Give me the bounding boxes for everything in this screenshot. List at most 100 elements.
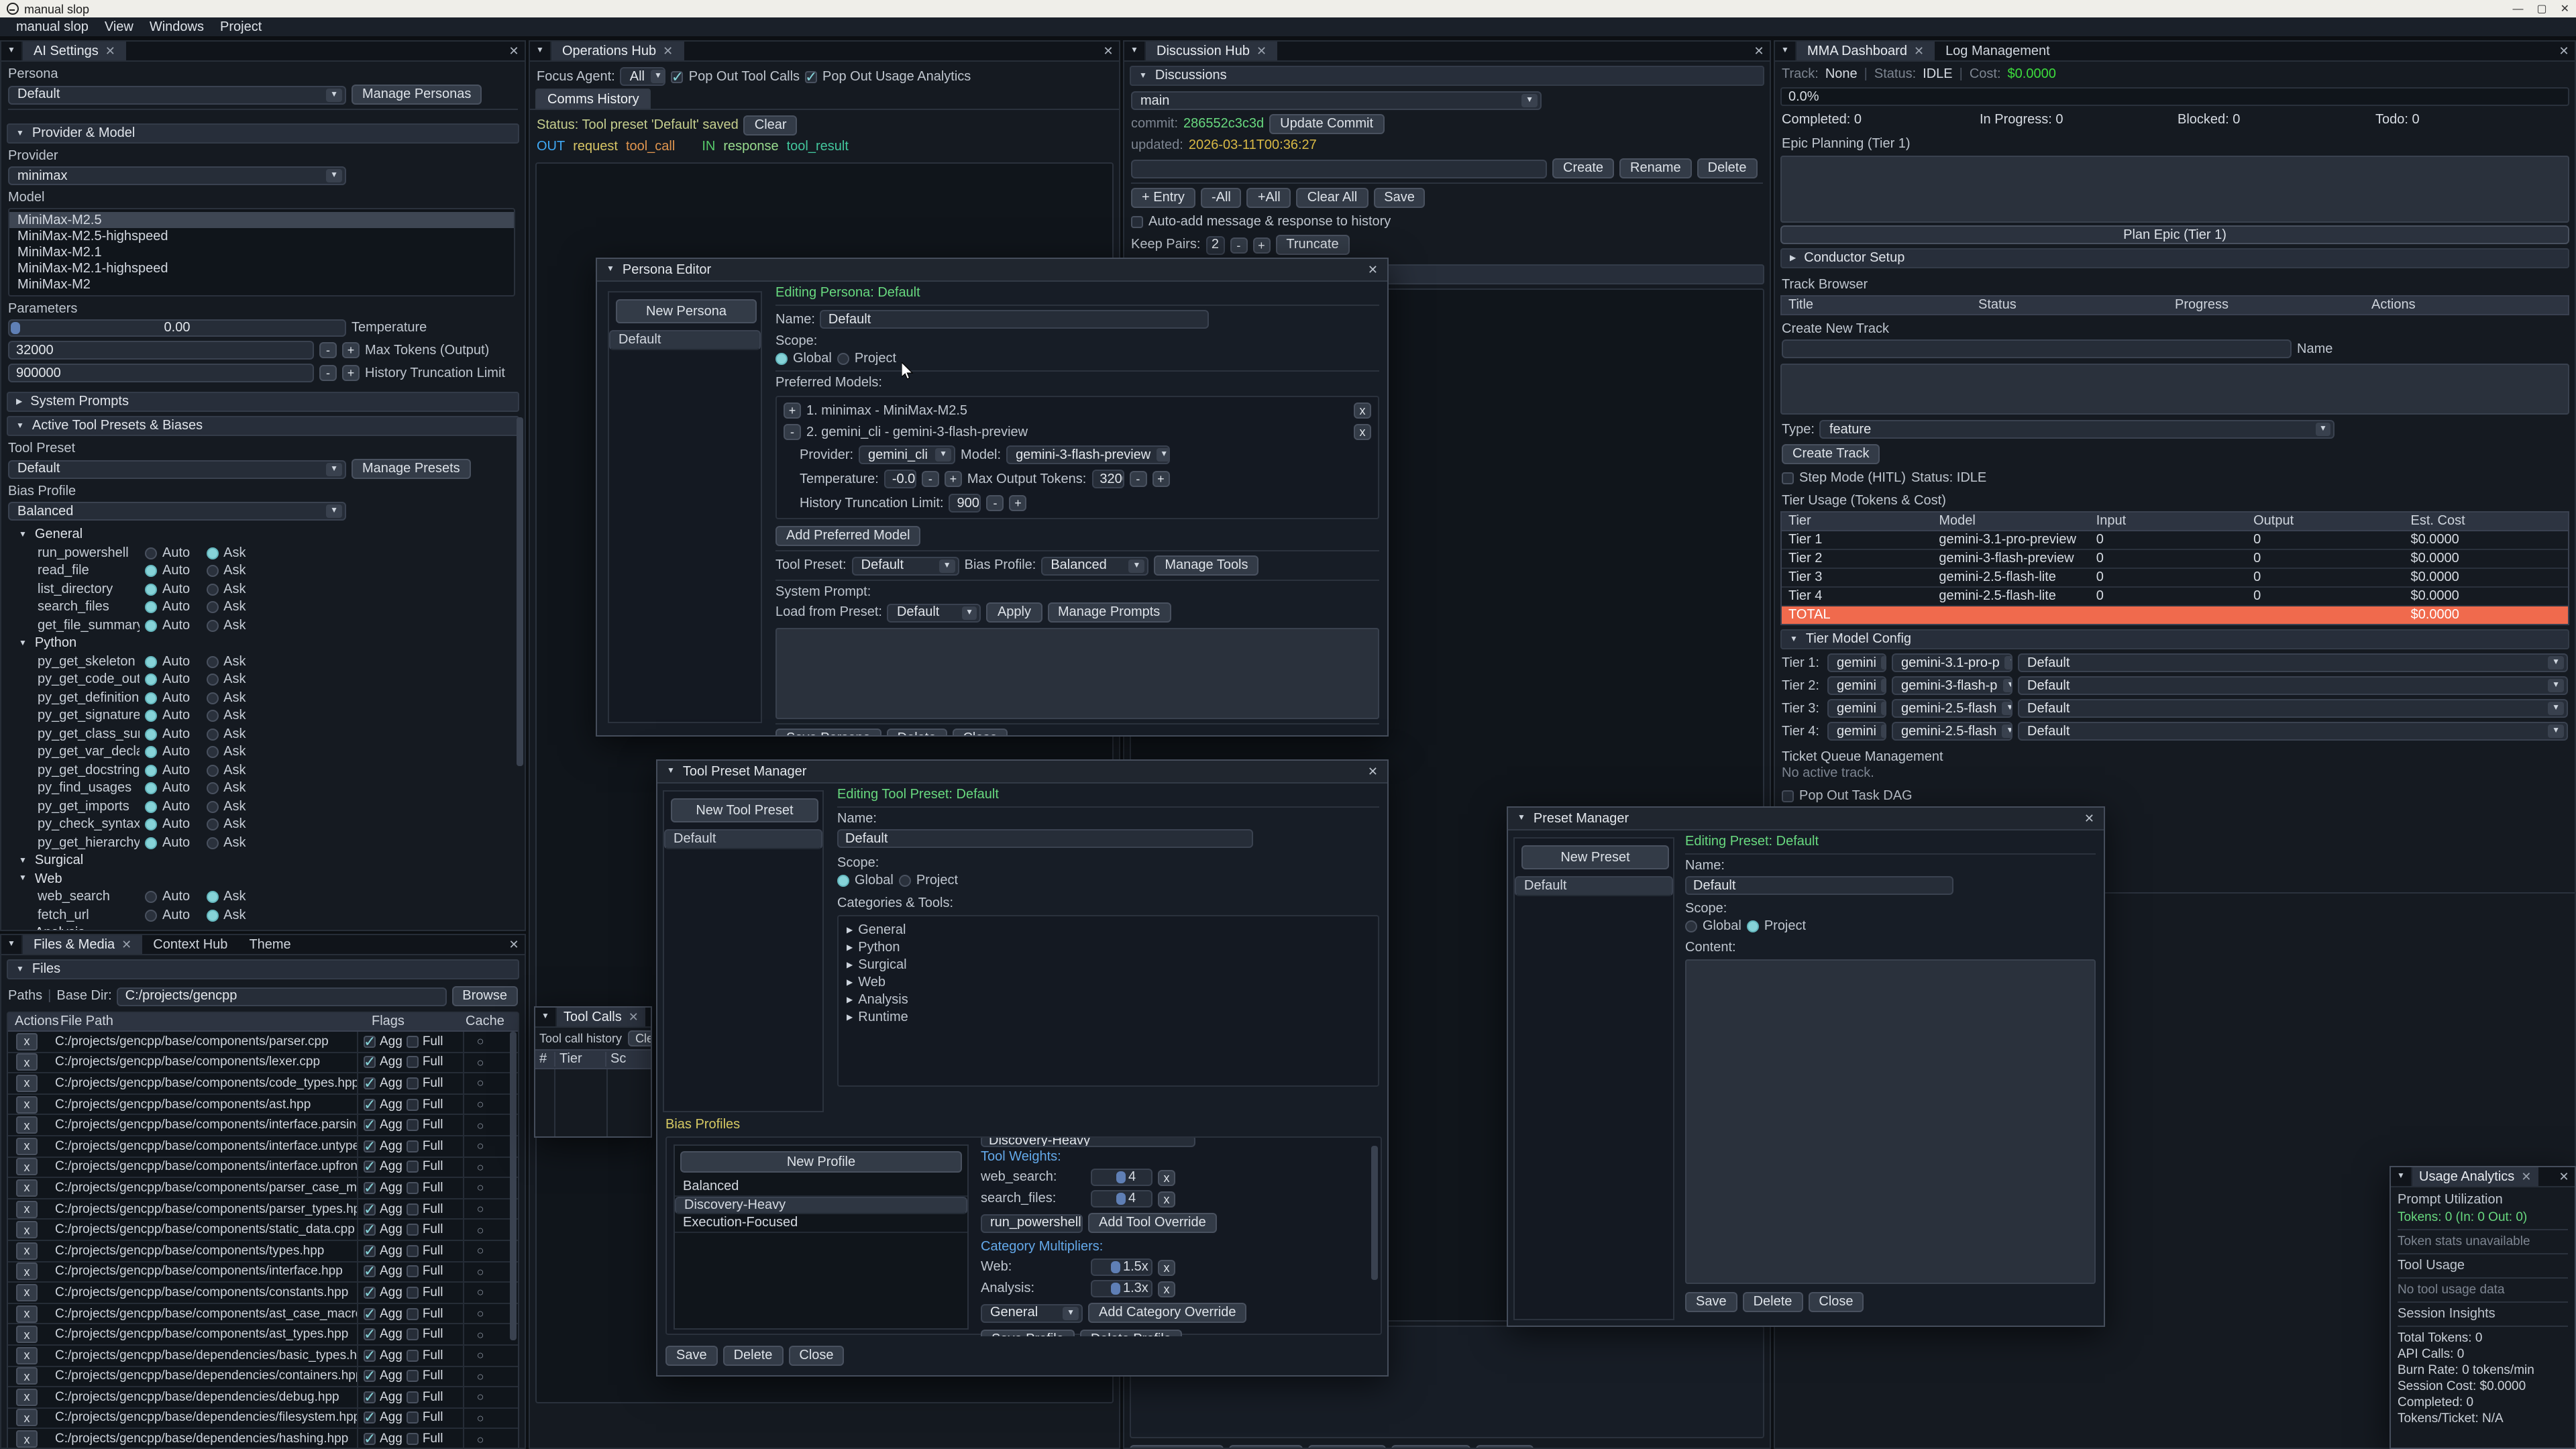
tab-discussion-hub[interactable]: Discussion Hub✕: [1146, 42, 1277, 60]
scope-global-radio[interactable]: [775, 353, 788, 365]
entry-action-button[interactable]: Save: [1373, 188, 1426, 208]
pm-temp-plus-button[interactable]: +: [945, 471, 962, 487]
full-checkbox[interactable]: [407, 1391, 419, 1403]
message-action-button[interactable]: Gen + Send: [1130, 1445, 1223, 1449]
apply-button[interactable]: Apply: [987, 602, 1042, 623]
tool-preset-list-item[interactable]: Default: [664, 829, 822, 849]
preset-list-item[interactable]: Default: [1515, 876, 1673, 896]
agg-checkbox[interactable]: [364, 1098, 376, 1110]
file-row[interactable]: x C:/projects/gencpp/base/components/int…: [8, 1157, 518, 1178]
remove-file-button[interactable]: x: [16, 1284, 38, 1301]
history-limit-input[interactable]: 900000: [8, 364, 314, 382]
bias-profile-select[interactable]: Balanced▼: [8, 502, 346, 521]
category-node[interactable]: ▶Runtime: [847, 1009, 1370, 1026]
slider-handle[interactable]: [1116, 1171, 1126, 1183]
pm-maxout-plus-button[interactable]: +: [1152, 471, 1169, 487]
tier-preset-select[interactable]: Default▼: [2018, 676, 2568, 695]
remove-file-button[interactable]: x: [16, 1138, 38, 1155]
category-node[interactable]: ▶General: [847, 922, 1370, 939]
popout-usage-checkbox[interactable]: [805, 70, 817, 83]
entry-action-button[interactable]: Clear All: [1297, 188, 1368, 208]
file-row[interactable]: x C:/projects/gencpp/base/components/int…: [8, 1116, 518, 1136]
tier-model-select[interactable]: gemini-3.1-pro-p▼: [1892, 653, 2012, 672]
dialog-close-icon[interactable]: ✕: [2084, 811, 2094, 826]
remove-file-button[interactable]: x: [16, 1346, 38, 1364]
entry-action-button[interactable]: + Entry: [1131, 188, 1195, 208]
agg-checkbox[interactable]: [364, 1244, 376, 1256]
tier-provider-select[interactable]: gemini▼: [1827, 722, 1886, 741]
discussion-name-input[interactable]: [1131, 159, 1547, 178]
auto-radio[interactable]: [145, 674, 157, 686]
full-checkbox[interactable]: [407, 1287, 419, 1299]
save-tool-preset-button[interactable]: Save: [665, 1346, 718, 1366]
file-row[interactable]: x C:/projects/gencpp/base/components/ast…: [8, 1095, 518, 1116]
tier-provider-select[interactable]: gemini▼: [1827, 676, 1886, 695]
ask-radio[interactable]: [206, 656, 218, 668]
keep-pairs-minus-button[interactable]: -: [1230, 237, 1247, 253]
close-dialog-button[interactable]: Close: [788, 1346, 844, 1366]
full-checkbox[interactable]: [407, 1371, 419, 1383]
agg-checkbox[interactable]: [364, 1119, 376, 1131]
clear-tool-calls-button[interactable]: Clear: [627, 1030, 652, 1046]
auto-radio[interactable]: [145, 765, 157, 777]
persona-name-input[interactable]: Default: [820, 310, 1210, 329]
remove-weight-button[interactable]: x: [1158, 1169, 1175, 1185]
agg-checkbox[interactable]: [364, 1391, 376, 1403]
tool-group-header[interactable]: ▼Surgical: [19, 852, 518, 870]
override-category-select[interactable]: General▼: [981, 1303, 1083, 1322]
full-checkbox[interactable]: [407, 1349, 419, 1361]
tool-group-header[interactable]: ▼Analysis: [19, 924, 518, 931]
manage-presets-button[interactable]: Manage Presets: [352, 459, 471, 479]
tab-close-icon[interactable]: ✕: [105, 44, 115, 58]
tab-theme[interactable]: Theme: [238, 935, 301, 954]
remove-file-button[interactable]: x: [16, 1263, 38, 1281]
provider-model-section-header[interactable]: ▼Provider & Model: [7, 123, 519, 144]
tier-provider-select[interactable]: gemini▼: [1827, 699, 1886, 718]
track-description-textarea[interactable]: [1780, 364, 2569, 415]
auto-radio[interactable]: [145, 801, 157, 813]
max-tokens-input[interactable]: 32000: [8, 341, 314, 360]
create-discussion-button[interactable]: Create: [1552, 158, 1614, 178]
tier-preset-select[interactable]: Default▼: [2018, 699, 2568, 718]
system-prompts-section-header[interactable]: ▶System Prompts: [7, 392, 519, 412]
manage-prompts-button[interactable]: Manage Prompts: [1047, 602, 1171, 623]
remove-file-button[interactable]: x: [16, 1305, 38, 1322]
auto-radio[interactable]: [145, 837, 157, 849]
scope-project-radio[interactable]: [1747, 920, 1759, 932]
file-row[interactable]: x C:/projects/gencpp/base/dependencies/c…: [8, 1366, 518, 1387]
file-row[interactable]: x C:/projects/gencpp/base/dependencies/h…: [8, 1430, 518, 1449]
slider-handle[interactable]: [1116, 1193, 1126, 1205]
tab-close-icon[interactable]: ✕: [121, 937, 131, 952]
remove-multiplier-button[interactable]: x: [1158, 1281, 1175, 1297]
tab-mma-dashboard[interactable]: MMA Dashboard✕: [1796, 42, 1935, 60]
full-checkbox[interactable]: [407, 1140, 419, 1152]
plan-epic-button[interactable]: Plan Epic (Tier 1): [1780, 225, 2569, 244]
tier-model-select[interactable]: gemini-2.5-flash▼: [1892, 699, 2012, 718]
model-list-item[interactable]: MiniMax-M2.5: [9, 212, 514, 228]
remove-model-button[interactable]: x: [1354, 402, 1371, 419]
pm-model-select[interactable]: gemini-3-flash-preview▼: [1006, 445, 1170, 464]
slider-handle[interactable]: [11, 322, 20, 334]
model-list-item[interactable]: MiniMax-M2.5-highspeed: [9, 228, 514, 244]
max-tokens-minus-button[interactable]: -: [319, 342, 337, 358]
remove-file-button[interactable]: x: [16, 1200, 38, 1218]
files-section-header[interactable]: ▼Files: [7, 959, 519, 979]
category-node[interactable]: ▶Analysis: [847, 991, 1370, 1009]
new-tool-preset-button[interactable]: New Tool Preset: [671, 798, 818, 822]
agg-checkbox[interactable]: [364, 1307, 376, 1320]
model-list-item[interactable]: MiniMax-M2.1-highspeed: [9, 260, 514, 276]
delete-discussion-button[interactable]: Delete: [1697, 158, 1758, 178]
full-checkbox[interactable]: [407, 1119, 419, 1131]
remove-file-button[interactable]: x: [16, 1242, 38, 1259]
max-tokens-plus-button[interactable]: +: [342, 342, 360, 358]
full-checkbox[interactable]: [407, 1328, 419, 1340]
window-titlebar[interactable]: manual slop — ▢ ✕: [0, 0, 2576, 17]
agg-checkbox[interactable]: [364, 1266, 376, 1278]
full-checkbox[interactable]: [407, 1057, 419, 1069]
full-checkbox[interactable]: [407, 1036, 419, 1048]
file-row[interactable]: x C:/projects/gencpp/base/dependencies/d…: [8, 1387, 518, 1408]
tool-group-header[interactable]: ▼Python: [19, 635, 518, 653]
agg-checkbox[interactable]: [364, 1224, 376, 1236]
remove-file-button[interactable]: x: [16, 1326, 38, 1343]
chevron-down-icon[interactable]: ▼: [1, 42, 23, 60]
